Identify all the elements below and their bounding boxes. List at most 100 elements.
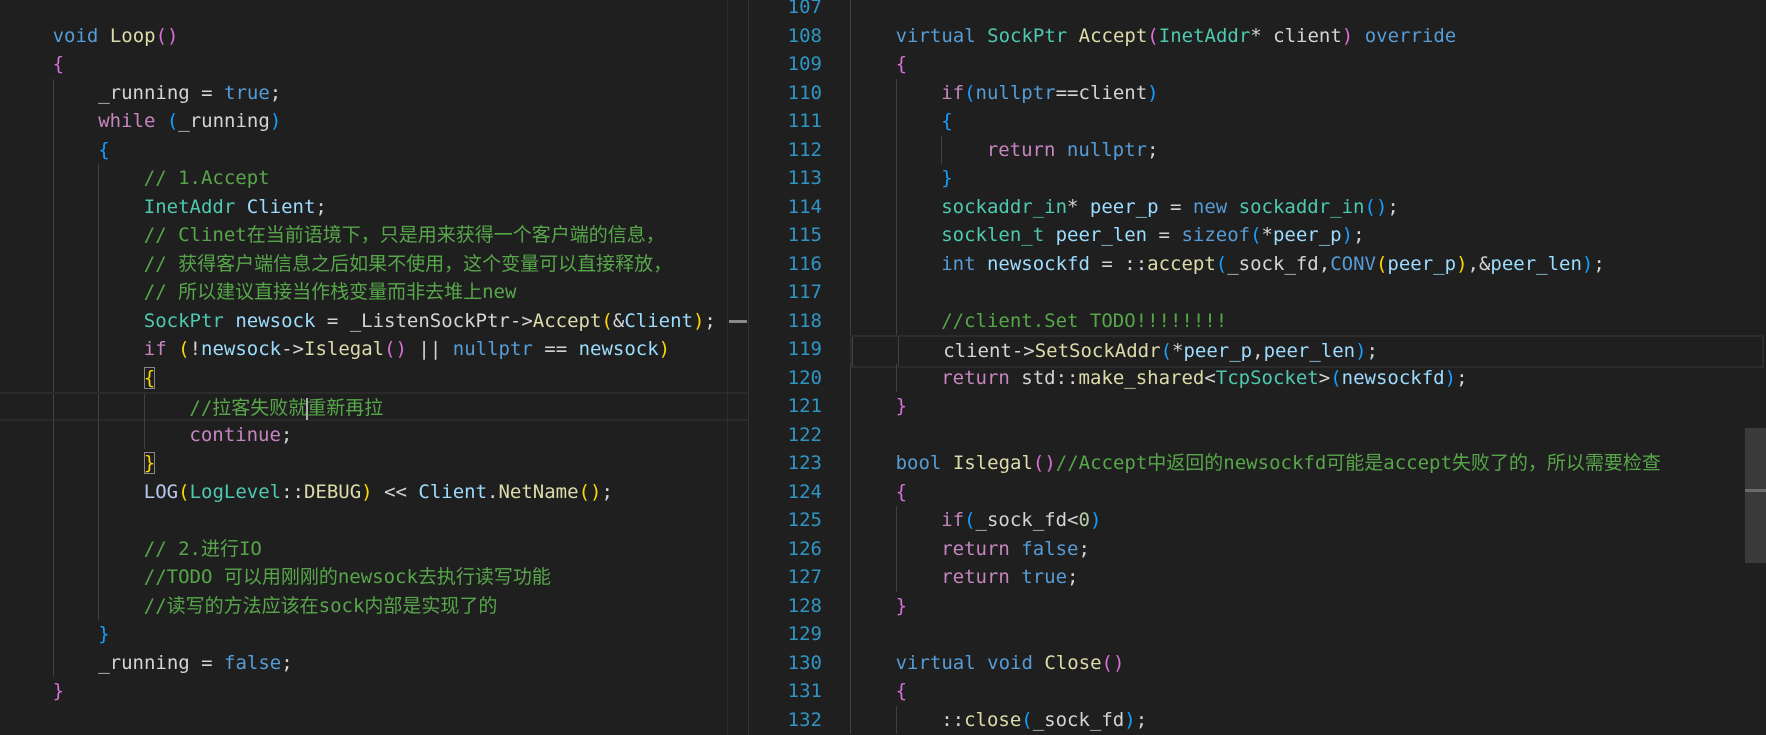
code-text[interactable]: {	[7, 135, 110, 164]
code-text[interactable]: virtual SockPtr Accept(InetAddr* client)…	[850, 21, 1456, 50]
code-text[interactable]: }	[7, 449, 156, 478]
code-text[interactable]	[850, 0, 896, 22]
code-line[interactable]: {	[0, 135, 748, 164]
code-text[interactable]: //读写的方法应该在sock内部是实现了的	[7, 591, 497, 620]
code-text[interactable]: bool Islegal()//Accept中返回的newsockfd可能是ac…	[850, 449, 1661, 478]
code-text[interactable]: {	[7, 363, 156, 392]
code-text[interactable]: LOG(LogLevel::DEBUG) << Client.NetName()…	[7, 477, 613, 506]
code-text[interactable]: {	[850, 107, 953, 136]
code-text[interactable]: // Clinet在当前语境下，只是用来获得一个客户端的信息，	[7, 221, 665, 250]
code-text[interactable]: InetAddr Client;	[7, 192, 327, 221]
code-line[interactable]: 130 virtual void Close()	[749, 648, 1766, 677]
left-editor-pane[interactable]: void Loop(){_running = true; while (_runn…	[0, 0, 748, 735]
code-line[interactable]: 119 client->SetSockAddr(*peer_p,peer_len)…	[749, 335, 1766, 368]
code-line[interactable]: _running = false;	[0, 648, 748, 677]
code-line[interactable]: LOG(LogLevel::DEBUG) << Client.NetName()…	[0, 477, 748, 506]
code-text[interactable]: {	[7, 50, 64, 79]
code-line[interactable]: {	[0, 363, 748, 392]
code-text[interactable]: SockPtr newsock = _ListenSockPtr->Accept…	[7, 306, 716, 335]
code-text[interactable]: if(nullptr==client)	[850, 78, 1159, 107]
code-text[interactable]: //拉客失败就重新再拉	[7, 394, 383, 423]
code-line[interactable]: 127 return true;	[749, 563, 1766, 592]
code-line[interactable]: 120 return std::make_shared<TcpSocket>(ne…	[749, 363, 1766, 392]
code-text[interactable]: virtual void Close()	[850, 648, 1124, 677]
code-line[interactable]: //拉客失败就重新再拉	[0, 392, 748, 423]
code-text[interactable]: // 所以建议直接当作栈变量而非去堆上new	[7, 278, 516, 307]
code-line[interactable]: 125 if(_sock_fd<0)	[749, 506, 1766, 535]
scrollbar-thumb[interactable]	[1745, 428, 1766, 563]
code-line[interactable]: }	[0, 449, 748, 478]
code-text[interactable]: {	[850, 50, 907, 79]
code-text[interactable]: // 1.Accept	[7, 164, 270, 193]
code-line[interactable]: }	[0, 620, 748, 649]
code-text[interactable]: }	[850, 392, 907, 421]
left-overview-ruler[interactable]	[727, 0, 728, 735]
code-text[interactable]: //TODO 可以用刚刚的newsock去执行读写功能	[7, 563, 551, 592]
code-line[interactable]: 126 return false;	[749, 534, 1766, 563]
code-text[interactable]: return false;	[850, 534, 1090, 563]
code-line[interactable]: while (_running)	[0, 107, 748, 136]
code-line[interactable]: SockPtr newsock = _ListenSockPtr->Accept…	[0, 306, 748, 335]
code-line[interactable]	[0, 0, 748, 22]
code-line[interactable]: // 获得客户端信息之后如果不使用，这个变量可以直接释放，	[0, 249, 748, 278]
code-line[interactable]: InetAddr Client;	[0, 192, 748, 221]
code-line[interactable]: continue;	[0, 420, 748, 449]
code-line[interactable]: 108 virtual SockPtr Accept(InetAddr* clie…	[749, 21, 1766, 50]
code-line[interactable]: // Clinet在当前语境下，只是用来获得一个客户端的信息，	[0, 221, 748, 250]
code-line[interactable]: // 2.进行IO	[0, 534, 748, 563]
code-text[interactable]	[850, 620, 896, 649]
right-vertical-scrollbar[interactable]	[1745, 0, 1766, 735]
code-line[interactable]: 112 return nullptr;	[749, 135, 1766, 164]
code-line[interactable]: 111 {	[749, 107, 1766, 136]
code-line[interactable]: 110 if(nullptr==client)	[749, 78, 1766, 107]
code-text[interactable]: _running = false;	[7, 648, 293, 677]
code-line[interactable]: 118 //client.Set TODO!!!!!!!!	[749, 306, 1766, 335]
code-line[interactable]: 107	[749, 0, 1766, 22]
code-line[interactable]: 131 {	[749, 677, 1766, 706]
code-text[interactable]: // 获得客户端信息之后如果不使用，这个变量可以直接释放，	[7, 249, 672, 278]
code-line[interactable]: 115 socklen_t peer_len = sizeof(*peer_p);	[749, 221, 1766, 250]
code-line[interactable]: 122	[749, 420, 1766, 449]
code-text[interactable]	[850, 420, 896, 449]
code-line[interactable]: _running = true;	[0, 78, 748, 107]
code-text[interactable]: }	[7, 677, 64, 706]
code-text[interactable]	[7, 506, 144, 535]
code-text[interactable]: return nullptr;	[850, 135, 1158, 164]
code-text[interactable]: sockaddr_in* peer_p = new sockaddr_in();	[850, 192, 1399, 221]
code-line[interactable]: 132::close(_sock_fd);	[749, 705, 1766, 734]
code-line[interactable]: 113}	[749, 164, 1766, 193]
code-text[interactable]: return std::make_shared<TcpSocket>(newso…	[850, 363, 1468, 392]
code-text[interactable]: if (!newsock->Islegal() || nullptr == ne…	[7, 335, 670, 364]
code-text[interactable]: int newsockfd = ::accept(_sock_fd,CONV(p…	[850, 249, 1605, 278]
code-line[interactable]: // 1.Accept	[0, 164, 748, 193]
code-text[interactable]: }	[850, 164, 953, 193]
code-line[interactable]: {	[0, 50, 748, 79]
code-text[interactable]: socklen_t peer_len = sizeof(*peer_p);	[850, 221, 1365, 250]
code-text[interactable]: // 2.进行IO	[7, 534, 262, 563]
code-line[interactable]: 124 {	[749, 477, 1766, 506]
code-text[interactable]: {	[850, 477, 907, 506]
code-text[interactable]	[850, 278, 941, 307]
code-line[interactable]: 123 bool Islegal()//Accept中返回的newsockfd可能…	[749, 449, 1766, 478]
code-line[interactable]	[0, 506, 748, 535]
code-line[interactable]: // 所以建议直接当作栈变量而非去堆上new	[0, 278, 748, 307]
code-text[interactable]: {	[850, 677, 907, 706]
right-editor-pane[interactable]: 107 108 virtual SockPtr Accept(InetAddr* c…	[749, 0, 1766, 735]
code-text[interactable]: _running = true;	[7, 78, 281, 107]
code-text[interactable]: if(_sock_fd<0)	[850, 506, 1101, 535]
code-line[interactable]: if (!newsock->Islegal() || nullptr == ne…	[0, 335, 748, 364]
code-line[interactable]: //TODO 可以用刚刚的newsock去执行读写功能	[0, 563, 748, 592]
right-code-lines[interactable]: 107 108 virtual SockPtr Accept(InetAddr* c…	[749, 0, 1766, 734]
code-line[interactable]: 117	[749, 278, 1766, 307]
code-text[interactable]: }	[7, 620, 110, 649]
code-text[interactable]: ::close(_sock_fd);	[850, 705, 1147, 734]
code-line[interactable]: 114 sockaddr_in* peer_p = new sockaddr_in…	[749, 192, 1766, 221]
left-code-lines[interactable]: void Loop(){_running = true; while (_runn…	[0, 0, 748, 734]
code-line[interactable]	[0, 706, 748, 735]
code-text[interactable]: while (_running)	[7, 107, 281, 136]
code-text[interactable]: return true;	[850, 563, 1079, 592]
code-line[interactable]: void Loop()	[0, 22, 748, 51]
code-text[interactable]: void Loop()	[7, 22, 179, 51]
code-line[interactable]: 109 {	[749, 50, 1766, 79]
code-line[interactable]: 116 int newsockfd = ::accept(_sock_fd,CON…	[749, 249, 1766, 278]
